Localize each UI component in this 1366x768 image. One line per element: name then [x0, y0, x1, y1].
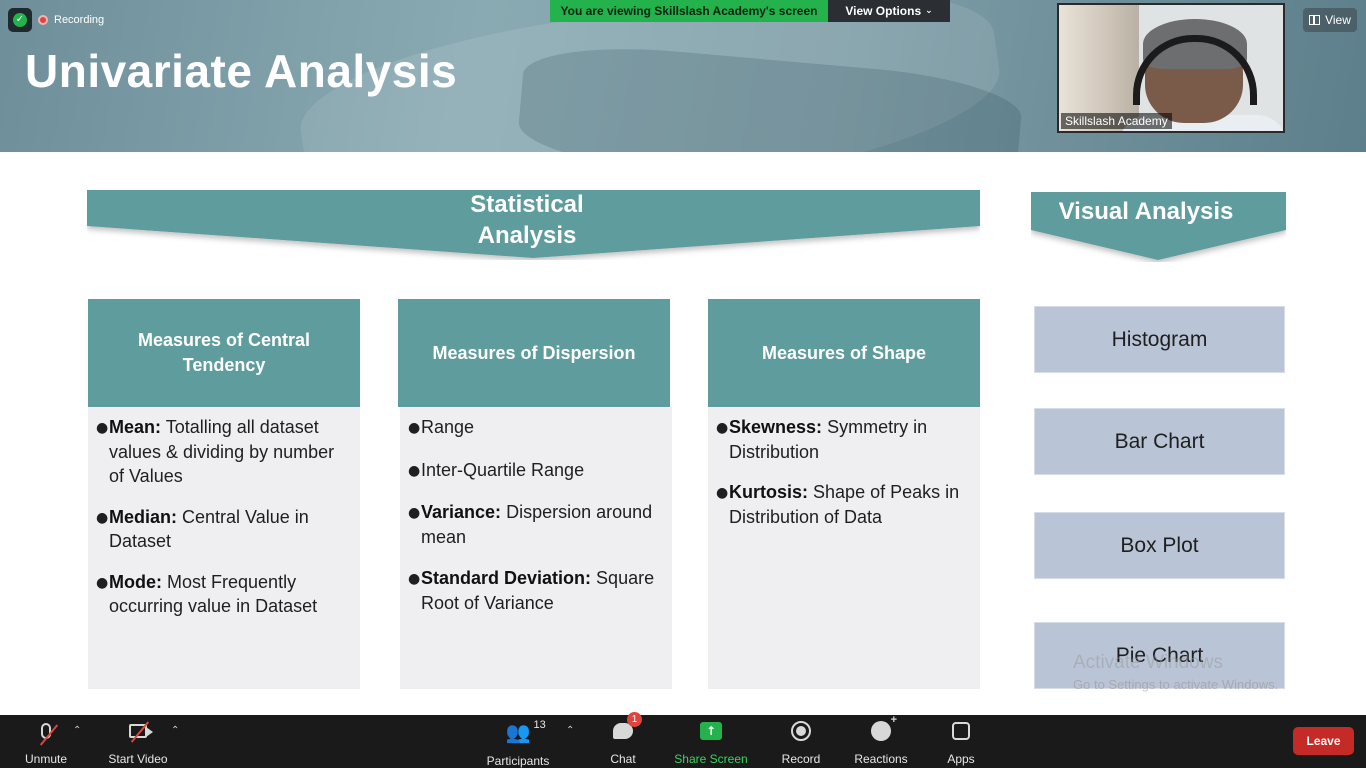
reactions-label: Reactions — [854, 752, 908, 766]
share-screen-button[interactable]: ↑ Share Screen — [674, 720, 748, 766]
record-button[interactable]: Record — [779, 720, 823, 766]
mic-muted-icon — [39, 723, 59, 746]
reactions-button[interactable]: Reactions — [852, 714, 910, 766]
activate-windows-hint: Go to Settings to activate Windows. — [1073, 677, 1279, 692]
central-tendency-list: ● Mean: Totalling all dataset values & di… — [88, 407, 360, 689]
recording-label: Recording — [54, 14, 105, 26]
list-item: ● Kurtosis: Shape of Peaks in Distributio… — [716, 482, 960, 527]
participants-icon: 👥 — [505, 720, 531, 744]
video-off-icon — [129, 721, 153, 743]
recording-indicator[interactable]: ✓ Recording — [8, 8, 104, 32]
audio-options-chevron-icon[interactable]: ⌃ — [73, 725, 81, 736]
recording-status: Recording — [38, 10, 104, 30]
apps-icon — [952, 722, 970, 740]
leave-button[interactable]: Leave — [1293, 727, 1354, 755]
dispersion-heading: Measures of Dispersion — [398, 299, 670, 407]
start-video-label: Start Video — [108, 752, 168, 766]
start-video-button[interactable]: Start Video — [106, 720, 170, 766]
list-item: ● Variance: Dispersion around mean — [408, 502, 653, 547]
list-item: ● Median: Central Value in Dataset — [96, 506, 309, 552]
statistical-title-line: Analysis — [477, 222, 577, 249]
record-icon — [791, 721, 811, 741]
list-item: ● Skewness: Symmetry in Distribution — [716, 417, 928, 462]
participants-label: Participants — [486, 754, 550, 768]
item-term: Median: — [109, 506, 178, 527]
item-term: Mode: — [109, 571, 162, 592]
item-term: Mean: — [109, 417, 162, 437]
dispersion-list: ● Range ● Inter-Quartile Range ● Variance: … — [400, 407, 672, 689]
chat-unread-badge: 1 — [627, 712, 642, 727]
participants-button[interactable]: 👥 13 Participants — [484, 719, 552, 768]
slide-title: Univariate Analysis — [25, 45, 458, 97]
viewing-screen-banner: You are viewing Skillslash Academy's scr… — [550, 0, 828, 22]
list-item: ● Inter-Quartile Range — [408, 459, 585, 480]
unmute-label: Unmute — [24, 752, 68, 766]
view-button[interactable]: View — [1303, 8, 1357, 32]
view-grid-icon — [1309, 15, 1321, 25]
histogram-box: Histogram — [1034, 306, 1285, 373]
reactions-icon — [871, 714, 897, 741]
chat-label: Chat — [610, 752, 636, 766]
shape-heading: Measures of Shape — [708, 299, 980, 407]
item-term: Standard Deviation: — [421, 568, 592, 588]
list-item: ● Range — [408, 417, 475, 437]
participants-options-chevron-icon[interactable]: ⌃ — [566, 725, 574, 736]
view-button-label: View — [1325, 13, 1351, 27]
item-term: Kurtosis: — [729, 482, 809, 502]
view-options-button[interactable]: View Options ⌄ — [828, 0, 950, 22]
visual-analysis-title: Visual Analysis — [1058, 198, 1234, 225]
participant-name-label: Skillslash Academy — [1061, 113, 1172, 129]
chevron-down-icon: ⌄ — [925, 6, 933, 16]
central-tendency-heading: Measures of Central Tendency — [88, 299, 360, 407]
apps-label: Apps — [947, 752, 975, 766]
list-item: ● Mean: Totalling all dataset values & di… — [96, 417, 335, 486]
shape-list: ● Skewness: Symmetry in Distribution ● Kur… — [708, 407, 980, 689]
record-label: Record — [781, 752, 821, 766]
participant-video-tile[interactable]: Skillslash Academy — [1057, 3, 1285, 133]
shield-icon[interactable]: ✓ — [8, 8, 32, 32]
item-term: Skewness: — [729, 417, 823, 437]
share-screen-label: Share Screen — [674, 752, 748, 766]
meeting-toolbar: Unmute ⌃ Start Video ⌃ 👥 13 Participants … — [0, 712, 1366, 768]
record-dot-icon — [38, 15, 48, 25]
activate-windows-watermark: Activate Windows — [1073, 652, 1223, 673]
apps-button[interactable]: Apps — [944, 720, 978, 766]
list-item: ● Standard Deviation: Square Root of Vari… — [408, 568, 655, 613]
statistical-title-line: Statistical — [470, 191, 584, 218]
item-term: Variance: — [421, 502, 502, 522]
item-desc: Inter-Quartile Range — [421, 459, 585, 480]
box-plot-box: Box Plot — [1034, 512, 1285, 579]
video-options-chevron-icon[interactable]: ⌃ — [171, 725, 179, 736]
statistical-analysis-title: Statistical Analysis — [87, 189, 967, 251]
chat-button[interactable]: 1 Chat — [605, 712, 642, 766]
list-item: ● Mode: Most Frequently occurring value i… — [96, 571, 318, 617]
participant-count: 13 — [533, 719, 546, 731]
share-screen-icon: ↑ — [700, 722, 722, 740]
item-desc: Range — [421, 417, 475, 437]
view-options-label: View Options — [845, 4, 922, 18]
zoom-meeting-screen: Univariate Analysis ✓ Recording You are … — [0, 0, 1366, 768]
unmute-button[interactable]: Unmute — [22, 720, 70, 766]
bar-chart-box: Bar Chart — [1034, 408, 1285, 475]
